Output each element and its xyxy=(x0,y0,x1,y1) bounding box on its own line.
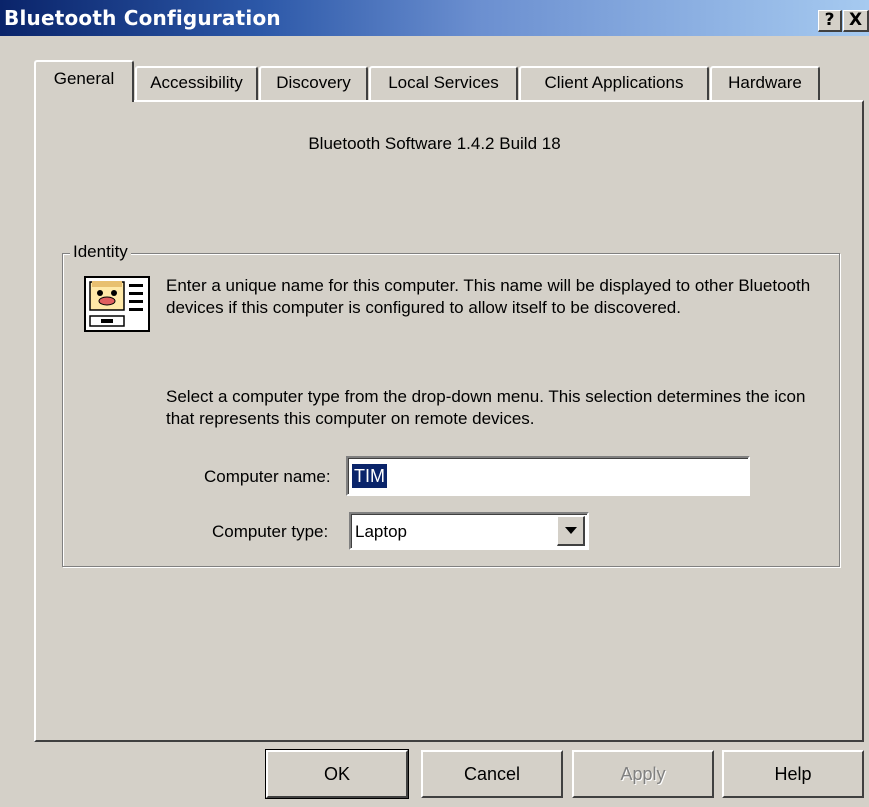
dropdown-button[interactable] xyxy=(557,516,585,546)
tab-client-applications[interactable]: Client Applications xyxy=(519,66,709,100)
title-bar[interactable]: Bluetooth Configuration ? X xyxy=(0,0,869,36)
cancel-button[interactable]: Cancel xyxy=(421,750,563,798)
computer-name-input[interactable]: TIM xyxy=(346,456,750,496)
software-version-text: Bluetooth Software 1.4.2 Build 18 xyxy=(308,134,561,153)
chevron-down-icon xyxy=(565,527,577,534)
help-button[interactable]: ? xyxy=(818,10,842,32)
close-button[interactable]: X xyxy=(843,10,869,32)
identity-group-label: Identity xyxy=(70,242,131,262)
tab-accessibility[interactable]: Accessibility xyxy=(135,66,258,100)
tab-general[interactable]: General xyxy=(34,60,134,102)
computer-name-label: Computer name: xyxy=(204,467,331,486)
computer-type-label: Computer type: xyxy=(212,522,329,541)
ok-button[interactable]: OK xyxy=(266,750,408,798)
identity-description-name: Enter a unique name for this computer. T… xyxy=(166,276,811,317)
help-dialog-button[interactable]: Help xyxy=(722,750,864,798)
apply-button[interactable]: Apply xyxy=(572,750,714,798)
computer-identity-icon xyxy=(84,276,150,332)
computer-type-value: Laptop xyxy=(355,522,407,541)
window-title: Bluetooth Configuration xyxy=(4,6,281,30)
tab-discovery[interactable]: Discovery xyxy=(259,66,368,100)
identity-description-type: Select a computer type from the drop-dow… xyxy=(166,387,806,428)
tab-local-services[interactable]: Local Services xyxy=(369,66,518,100)
computer-type-select[interactable]: Laptop xyxy=(349,512,589,550)
tab-hardware[interactable]: Hardware xyxy=(710,66,820,100)
computer-name-value: TIM xyxy=(352,464,387,488)
